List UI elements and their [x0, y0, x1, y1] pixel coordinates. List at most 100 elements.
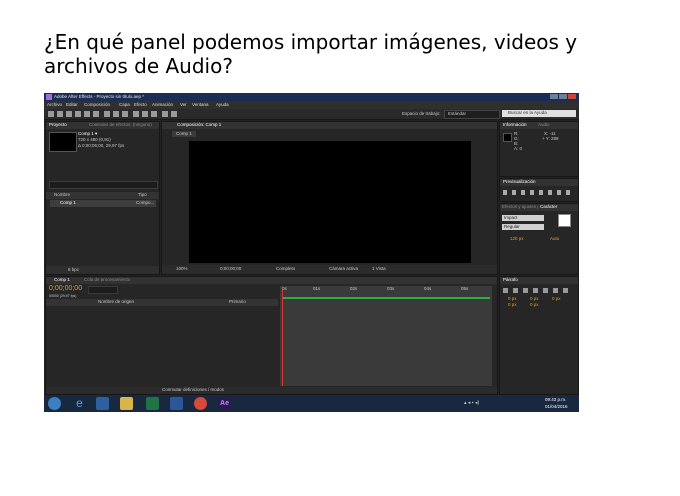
window-titlebar: Adobe After Effects - Proyecto sin títul…	[44, 93, 579, 101]
start-button-icon[interactable]	[48, 397, 61, 410]
ruler-03s: 03s	[387, 286, 395, 291]
menu-animacion[interactable]: Animación	[152, 102, 173, 107]
paragraph-panel[interactable]: Párrafo 0 px 0 px 0 px 0 px 0 px	[499, 276, 579, 395]
excel-icon[interactable]	[146, 397, 159, 410]
eraser-tool-icon[interactable]	[151, 111, 157, 117]
project-panel-header: Proyecto Controles de efectos: (ninguno)	[46, 122, 159, 129]
text-tool-icon[interactable]	[122, 111, 128, 117]
composition-canvas[interactable]	[189, 141, 471, 263]
window-title: Adobe After Effects - Proyecto sin títul…	[54, 94, 144, 99]
font-family-select[interactable]: Impact	[502, 215, 544, 221]
tab-info[interactable]: Información	[503, 122, 527, 128]
timeline-timecode[interactable]: 0;00;00;00	[49, 285, 82, 292]
character-panel[interactable]: Efectos y ajustes preestablecidos Caráct…	[499, 203, 579, 275]
zoom-select[interactable]: 100%	[176, 266, 188, 272]
fill-color-swatch[interactable]	[558, 214, 571, 227]
col-source-name[interactable]: Nombre de origen	[98, 299, 134, 305]
puppet-tool-icon[interactable]	[171, 111, 177, 117]
work-area-bar[interactable]	[282, 297, 490, 299]
col-name[interactable]: Nombre	[54, 192, 70, 198]
info-y: + Y: 288	[542, 136, 559, 141]
zoom-tool-icon[interactable]	[66, 111, 72, 117]
bpc-label[interactable]: 8 bpc	[68, 267, 79, 273]
system-tray-icons[interactable]: ▴ ◂ ▪ ◂)	[464, 400, 479, 406]
info-panel-header: Información Audio	[500, 122, 578, 129]
pen-tool-icon[interactable]	[113, 111, 119, 117]
menu-ayuda[interactable]: Ayuda	[216, 102, 229, 107]
layer-columns-header: Nombre de origen Primario	[46, 299, 278, 306]
indent-first[interactable]: 0 px	[552, 296, 561, 302]
tab-character[interactable]: Carácter	[540, 204, 557, 210]
timeline-search-input[interactable]	[88, 286, 118, 294]
tab-effects-presets[interactable]: Efectos y ajustes preestablecidos	[502, 204, 538, 210]
time-graph-area[interactable]: 0s 01s 02s 03s 04s 05s	[280, 286, 492, 386]
camera-select[interactable]: Cámara activa	[329, 266, 358, 272]
viewer-timecode[interactable]: 0;00;00;00	[220, 266, 241, 272]
rotate-tool-icon[interactable]	[75, 111, 81, 117]
hand-tool-icon[interactable]	[57, 111, 63, 117]
menu-ventana[interactable]: Ventana	[192, 102, 209, 107]
anchor-tool-icon[interactable]	[93, 111, 99, 117]
composition-panel[interactable]: Composición: Comp 1 Comp 1 100% 0;00;00;…	[161, 121, 498, 275]
timeline-footer: Conmutar definiciones / modos	[46, 387, 497, 394]
clock-time[interactable]: 09:43 p.m.	[545, 397, 566, 403]
timeline-panel-header: Comp 1 Cola de procesamiento	[46, 277, 497, 284]
resolution-select[interactable]: Completo	[276, 266, 295, 272]
file-explorer-icon[interactable]	[120, 397, 133, 410]
playback-controls[interactable]	[503, 190, 575, 195]
clock-date[interactable]: 01/04/2016	[545, 404, 568, 410]
roto-tool-icon[interactable]	[162, 111, 168, 117]
alignment-buttons[interactable]	[503, 288, 573, 293]
comp-thumbnail	[49, 132, 77, 152]
timeline-panel[interactable]: Comp 1 Cola de procesamiento 0;00;00;00 …	[45, 276, 498, 395]
project-panel[interactable]: Proyecto Controles de efectos: (ninguno)…	[45, 121, 160, 275]
space-after[interactable]: 0 px	[530, 302, 539, 308]
project-row-comp1[interactable]: Comp 1 Compo...	[50, 200, 156, 207]
toggle-switches-modes[interactable]: Conmutar definiciones / modos	[162, 387, 224, 393]
space-before[interactable]: 0 px	[508, 302, 517, 308]
tab-audio[interactable]: Audio	[538, 122, 550, 128]
menu-editar[interactable]: Editar	[66, 102, 78, 107]
help-search-input[interactable]: Buscar en la Ayuda	[502, 110, 576, 117]
media-player-icon[interactable]	[96, 397, 109, 410]
clone-tool-icon[interactable]	[142, 111, 148, 117]
after-effects-taskbar-icon[interactable]: Ae	[218, 397, 231, 410]
menu-ver[interactable]: Ver	[180, 102, 187, 107]
tab-project[interactable]: Proyecto	[49, 122, 67, 128]
help-search-placeholder: Buscar en la Ayuda	[508, 110, 547, 115]
font-size-value[interactable]: 120 px	[510, 236, 524, 242]
comp-breadcrumb[interactable]: Comp 1	[172, 131, 196, 137]
tab-effect-controls[interactable]: Controles de efectos: (ninguno)	[89, 122, 152, 128]
close-button[interactable]	[568, 94, 576, 99]
font-style-select[interactable]: Regular	[502, 224, 544, 230]
menu-capa[interactable]: Capa	[119, 102, 130, 107]
word-icon[interactable]	[170, 397, 183, 410]
tab-paragraph[interactable]: Párrafo	[503, 277, 518, 283]
project-search-input[interactable]	[49, 181, 158, 189]
rectangle-tool-icon[interactable]	[104, 111, 110, 117]
brush-tool-icon[interactable]	[133, 111, 139, 117]
tab-preview[interactable]: Previsualización	[503, 179, 536, 185]
info-panel[interactable]: Información Audio R: G: B: A: 0 X: -11 +…	[499, 121, 579, 177]
kerning-value[interactable]: Auto	[550, 236, 559, 242]
tab-composition[interactable]: Composición: Comp 1	[177, 122, 221, 128]
views-select[interactable]: 1 Vista	[372, 266, 386, 272]
workspace-select[interactable]: Estándar	[444, 110, 500, 119]
internet-explorer-icon[interactable]: e	[73, 397, 86, 410]
menu-efecto[interactable]: Efecto	[134, 102, 147, 107]
maximize-button[interactable]	[559, 94, 567, 99]
tab-render-queue[interactable]: Cola de procesamiento	[84, 277, 130, 283]
menu-archivo[interactable]: Archivo	[47, 102, 62, 107]
menu-composicion[interactable]: Composición	[84, 102, 110, 107]
selection-tool-icon[interactable]	[48, 111, 54, 117]
col-parent[interactable]: Primario	[229, 299, 246, 305]
minimize-button[interactable]	[550, 94, 558, 99]
chrome-icon[interactable]	[194, 397, 207, 410]
tab-timeline-comp1[interactable]: Comp 1	[54, 277, 70, 283]
project-footer: 8 bpc	[46, 266, 159, 274]
playhead[interactable]	[282, 290, 283, 386]
camera-tool-icon[interactable]	[84, 111, 90, 117]
workspace-value: Estándar	[448, 111, 467, 116]
col-type[interactable]: Tipo	[138, 192, 147, 198]
preview-panel[interactable]: Previsualización	[499, 178, 579, 202]
